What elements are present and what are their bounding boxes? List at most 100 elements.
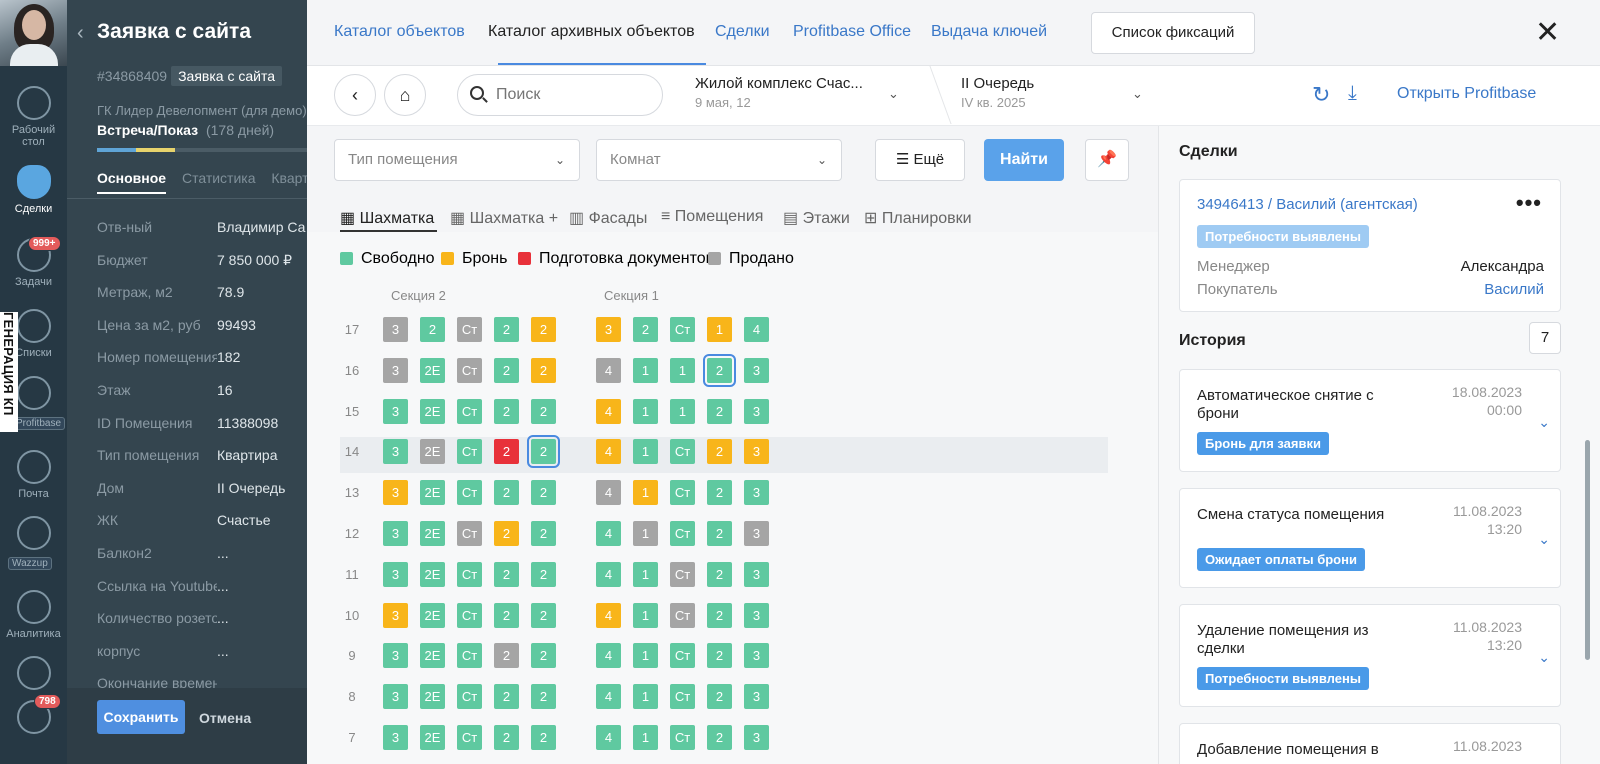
field-value[interactable]: 11388098 [217, 415, 278, 431]
apartment-cell[interactable]: 3 [744, 561, 769, 587]
apartment-cell[interactable]: 3 [744, 439, 769, 465]
fix-list-button[interactable]: Список фиксаций [1091, 12, 1255, 54]
apartment-cell[interactable]: 3 [383, 480, 408, 506]
apartment-cell[interactable]: 2 [707, 398, 732, 424]
field-value[interactable]: ... [217, 578, 229, 594]
apartment-cell[interactable]: 1 [633, 643, 658, 669]
room-type-select[interactable]: Тип помещения ⌄ [334, 139, 580, 181]
view-tab-facades[interactable]: ▥ Фасады [569, 208, 647, 228]
avatar[interactable] [0, 0, 67, 66]
lead-title[interactable]: Заявка с сайта [97, 20, 251, 44]
apartment-cell[interactable]: 1 [670, 357, 695, 383]
apartment-cell[interactable]: 2 [494, 684, 519, 710]
nav-item-wazzup[interactable] [0, 516, 67, 554]
nav-item-deals[interactable]: Сделки [0, 165, 67, 215]
apartment-cell[interactable]: 2Е [420, 439, 445, 465]
history-card[interactable]: Удаление помещения из сделки 11.08.2023 13… [1179, 604, 1561, 707]
apartment-cell[interactable]: 1 [633, 439, 658, 465]
apartment-cell[interactable]: 2 [494, 725, 519, 750]
apartment-cell[interactable]: 2 [707, 602, 732, 628]
field-row[interactable]: Цена за м2, руб 99493 [97, 317, 256, 333]
apartment-cell[interactable]: 2 [707, 480, 732, 506]
apartment-cell[interactable]: 2 [527, 435, 560, 469]
tab-profitbase-office[interactable]: Profitbase Office [793, 23, 911, 41]
field-row[interactable]: Тип помещения Квартира [97, 447, 278, 463]
apartment-cell[interactable]: 1 [633, 602, 658, 628]
apartment-cell[interactable]: 3 [383, 643, 408, 669]
tab-deals[interactable]: Сделки [715, 23, 770, 41]
apartment-cell[interactable]: 2 [707, 684, 732, 710]
field-value[interactable]: Квартира [217, 447, 278, 463]
field-value[interactable]: 182 [217, 349, 240, 365]
field-row[interactable]: Количество розеток... [97, 610, 229, 626]
apartment-cell[interactable]: 2 [494, 398, 519, 424]
refresh-icon[interactable]: ↻ [1312, 82, 1330, 108]
view-tab-rooms[interactable]: ≡ Помещения [661, 208, 763, 226]
field-row[interactable]: Отв-ный Владимир Са [97, 219, 305, 235]
apartment-cell[interactable]: Ст [670, 602, 695, 628]
field-value[interactable]: 99493 [217, 317, 256, 333]
field-value[interactable]: 16 [217, 382, 233, 398]
field-row[interactable]: Этаж 16 [97, 382, 233, 398]
apartment-cell[interactable]: 4 [596, 643, 621, 669]
field-value[interactable]: ... [217, 610, 229, 626]
field-value[interactable]: II Очередь [217, 480, 285, 496]
apartment-cell[interactable]: 3 [383, 398, 408, 424]
view-tab-chess-plus[interactable]: ▦ Шахматка + [450, 208, 558, 228]
apartment-cell[interactable]: 3 [383, 521, 408, 546]
apartment-cell[interactable]: 1 [633, 521, 658, 546]
close-icon[interactable]: ✕ [1535, 18, 1560, 48]
view-tab-chess[interactable]: ▦ Шахматка [340, 208, 434, 228]
search-input[interactable] [457, 74, 663, 116]
apartment-cell[interactable]: 1 [633, 357, 658, 383]
field-row[interactable]: корпус... [97, 643, 229, 659]
tab-statistics[interactable]: Статистика [182, 170, 256, 186]
apartment-cell[interactable]: 2Е [420, 561, 445, 587]
field-row[interactable]: Бюджет 7 850 000 ₽ [97, 252, 292, 269]
apartment-cell[interactable]: 3 [744, 480, 769, 506]
apartment-cell[interactable]: 2 [531, 684, 556, 710]
tab-apartment[interactable]: Квартира [271, 170, 307, 186]
apartment-cell[interactable]: 3 [744, 643, 769, 669]
apartment-cell[interactable]: 3 [383, 439, 408, 465]
field-value[interactable]: ... [217, 545, 229, 561]
tab-archive-catalog[interactable]: Каталог архивных объектов [488, 23, 695, 41]
apartment-cell[interactable]: 3 [744, 725, 769, 750]
nav-item-dashboard[interactable]: Рабочий стол [0, 86, 67, 148]
cancel-button[interactable]: Отмена [199, 710, 251, 726]
apartment-cell[interactable]: 2 [531, 480, 556, 506]
apartment-cell[interactable]: Ст [457, 398, 482, 424]
apartment-cell[interactable]: Ст [670, 643, 695, 669]
nav-item-more[interactable] [0, 656, 67, 694]
apartment-cell[interactable]: 2 [494, 439, 519, 465]
download-icon[interactable]: ⤓ [1348, 82, 1357, 105]
chevron-down-icon[interactable]: ⌄ [1538, 531, 1550, 548]
buyer-link[interactable]: Василий [1484, 281, 1544, 298]
apartment-cell[interactable]: Ст [670, 684, 695, 710]
save-button[interactable]: Сохранить [97, 700, 185, 734]
apartment-cell[interactable]: 2 [703, 353, 736, 387]
chevron-down-icon[interactable]: ⌄ [1132, 86, 1143, 102]
apartment-cell[interactable]: Ст [670, 561, 695, 587]
apartment-cell[interactable]: Ст [457, 317, 482, 342]
tab-catalog[interactable]: Каталог объектов [334, 23, 465, 41]
apartment-cell[interactable]: 2 [531, 357, 556, 383]
field-row[interactable]: Балкон2... [97, 545, 229, 561]
back-icon[interactable]: ‹ [334, 74, 376, 116]
field-value[interactable]: 78.9 [217, 284, 244, 300]
view-tab-layouts[interactable]: ⊞ Планировки [864, 208, 972, 228]
apartment-cell[interactable]: 2Е [420, 602, 445, 628]
apartment-cell[interactable]: 3 [744, 684, 769, 710]
apartment-cell[interactable]: 4 [744, 317, 769, 342]
apartment-cell[interactable]: 3 [383, 561, 408, 587]
lead-stage[interactable]: Встреча/Показ (178 дней) [97, 122, 274, 138]
apartment-cell[interactable]: 2 [494, 480, 519, 506]
apartment-cell[interactable]: 4 [596, 398, 621, 424]
apartment-cell[interactable]: 2Е [420, 357, 445, 383]
apartment-cell[interactable]: 2 [531, 725, 556, 750]
apartment-cell[interactable]: 3 [383, 602, 408, 628]
apartment-cell[interactable]: Ст [457, 643, 482, 669]
generation-kp-tab[interactable]: ГЕНЕРАЦИЯ КП [0, 312, 18, 432]
apartment-cell[interactable]: Ст [457, 561, 482, 587]
apartment-cell[interactable]: 2 [494, 317, 519, 342]
